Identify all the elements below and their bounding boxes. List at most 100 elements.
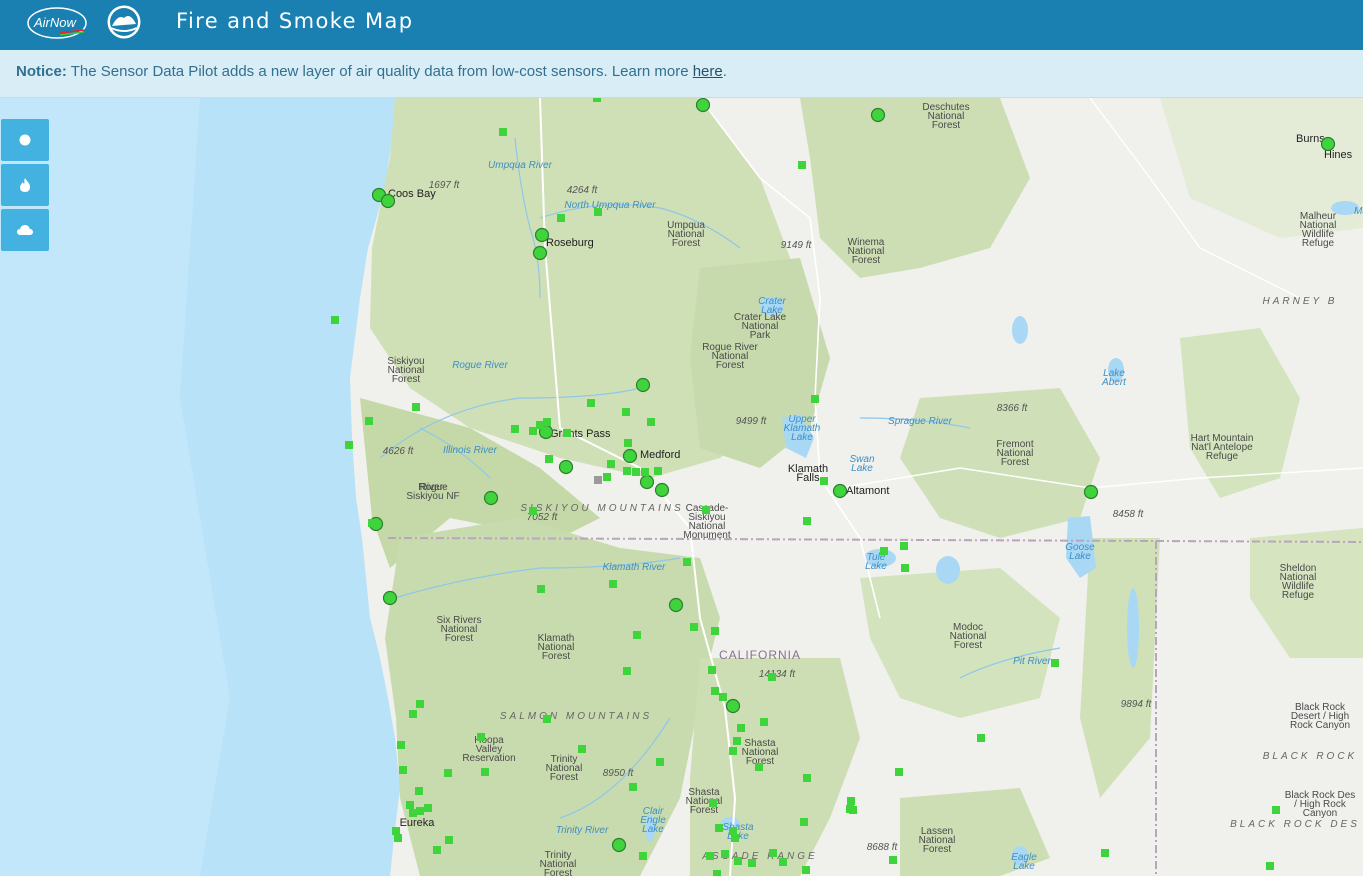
sensor-marker[interactable] <box>690 623 698 631</box>
sensor-marker[interactable] <box>409 809 417 817</box>
sensor-marker[interactable] <box>706 852 714 860</box>
sensor-marker[interactable] <box>711 627 719 635</box>
sensor-marker[interactable] <box>587 399 595 407</box>
sensor-marker[interactable] <box>731 834 739 842</box>
sensor-marker[interactable] <box>733 737 741 745</box>
sensor-marker[interactable] <box>345 441 353 449</box>
sensor-marker[interactable] <box>593 98 601 102</box>
sensor-marker[interactable] <box>406 801 414 809</box>
sensor-marker[interactable] <box>647 418 655 426</box>
sensor-marker[interactable] <box>623 467 631 475</box>
sensor-marker[interactable] <box>721 850 729 858</box>
sensor-marker[interactable] <box>557 214 565 222</box>
sensor-marker-no-data[interactable] <box>594 476 602 484</box>
sensor-marker[interactable] <box>603 473 611 481</box>
notice-link[interactable]: here <box>693 63 723 80</box>
sensor-marker[interactable] <box>847 797 855 805</box>
sensor-marker[interactable] <box>880 547 888 555</box>
sensor-marker[interactable] <box>624 439 632 447</box>
monitor-marker[interactable] <box>532 245 548 261</box>
sensor-marker[interactable] <box>622 408 630 416</box>
monitor-marker[interactable] <box>639 474 655 490</box>
sensor-marker[interactable] <box>708 666 716 674</box>
sensor-marker[interactable] <box>609 580 617 588</box>
sensor-marker[interactable] <box>536 421 544 429</box>
sensor-marker[interactable] <box>529 507 537 515</box>
sensor-marker[interactable] <box>755 763 763 771</box>
sensor-marker[interactable] <box>641 468 649 476</box>
sensor-marker[interactable] <box>719 693 727 701</box>
sensor-marker[interactable] <box>895 768 903 776</box>
sensor-marker[interactable] <box>683 558 691 566</box>
sensor-marker[interactable] <box>481 768 489 776</box>
sensor-marker[interactable] <box>734 857 742 865</box>
sensor-marker[interactable] <box>709 799 717 807</box>
sensor-marker[interactable] <box>802 866 810 874</box>
sensor-marker[interactable] <box>537 585 545 593</box>
sensor-marker[interactable] <box>713 870 721 876</box>
sensor-marker[interactable] <box>444 769 452 777</box>
sensor-marker[interactable] <box>416 700 424 708</box>
sensor-marker[interactable] <box>803 774 811 782</box>
sensor-marker[interactable] <box>511 425 519 433</box>
monitor-marker[interactable] <box>668 597 684 613</box>
sensor-marker[interactable] <box>607 460 615 468</box>
sensor-marker[interactable] <box>543 715 551 723</box>
sensor-marker[interactable] <box>416 807 424 815</box>
sensor-marker[interactable] <box>412 403 420 411</box>
sensor-marker[interactable] <box>1101 849 1109 857</box>
sensor-marker[interactable] <box>368 519 376 527</box>
monitor-marker[interactable] <box>832 483 848 499</box>
monitor-marker[interactable] <box>611 837 627 853</box>
sensor-marker[interactable] <box>800 818 808 826</box>
sensor-marker[interactable] <box>729 747 737 755</box>
fires-toggle-button[interactable] <box>1 164 49 206</box>
sensor-marker[interactable] <box>798 161 806 169</box>
agency-seal-logo[interactable] <box>106 4 142 40</box>
sensor-marker[interactable] <box>594 208 602 216</box>
sensor-marker[interactable] <box>477 733 485 741</box>
sensor-marker[interactable] <box>545 455 553 463</box>
sensor-marker[interactable] <box>623 667 631 675</box>
sensor-marker[interactable] <box>654 467 662 475</box>
sensor-marker[interactable] <box>399 766 407 774</box>
sensor-marker[interactable] <box>543 418 551 426</box>
sensor-marker[interactable] <box>715 824 723 832</box>
map-canvas[interactable]: Coos Bay Roseburg Grants Pass Medford Klamat… <box>0 98 1363 876</box>
sensor-marker[interactable] <box>760 718 768 726</box>
sensor-marker[interactable] <box>1051 659 1059 667</box>
monitor-marker[interactable] <box>483 490 499 506</box>
sensor-marker[interactable] <box>331 316 339 324</box>
sensor-marker[interactable] <box>392 827 400 835</box>
sensor-marker[interactable] <box>811 395 819 403</box>
monitor-marker[interactable] <box>725 698 741 714</box>
sensor-marker[interactable] <box>900 542 908 550</box>
sensor-marker[interactable] <box>656 758 664 766</box>
monitor-marker[interactable] <box>558 459 574 475</box>
sensor-marker[interactable] <box>820 477 828 485</box>
airnow-logo[interactable]: AirNow <box>26 6 88 40</box>
sensor-marker[interactable] <box>748 859 756 867</box>
sensor-marker[interactable] <box>901 564 909 572</box>
sensor-marker[interactable] <box>445 836 453 844</box>
sensor-marker[interactable] <box>1272 806 1280 814</box>
sensor-marker[interactable] <box>415 787 423 795</box>
sensor-marker[interactable] <box>779 858 787 866</box>
sensor-marker[interactable] <box>629 783 637 791</box>
sensor-marker[interactable] <box>365 417 373 425</box>
monitor-marker[interactable] <box>622 448 638 464</box>
sensor-marker[interactable] <box>711 687 719 695</box>
sensor-marker[interactable] <box>977 734 985 742</box>
monitor-marker[interactable] <box>1083 484 1099 500</box>
sensor-marker[interactable] <box>424 804 432 812</box>
smoke-toggle-button[interactable] <box>1 209 49 251</box>
monitor-marker[interactable] <box>635 377 651 393</box>
sensor-marker[interactable] <box>397 741 405 749</box>
sensor-marker[interactable] <box>702 506 710 514</box>
monitor-marker[interactable] <box>695 98 711 113</box>
sensor-marker[interactable] <box>768 673 776 681</box>
sensor-marker[interactable] <box>529 427 537 435</box>
sensor-marker[interactable] <box>578 745 586 753</box>
monitor-marker[interactable] <box>382 590 398 606</box>
sensor-marker[interactable] <box>849 806 857 814</box>
